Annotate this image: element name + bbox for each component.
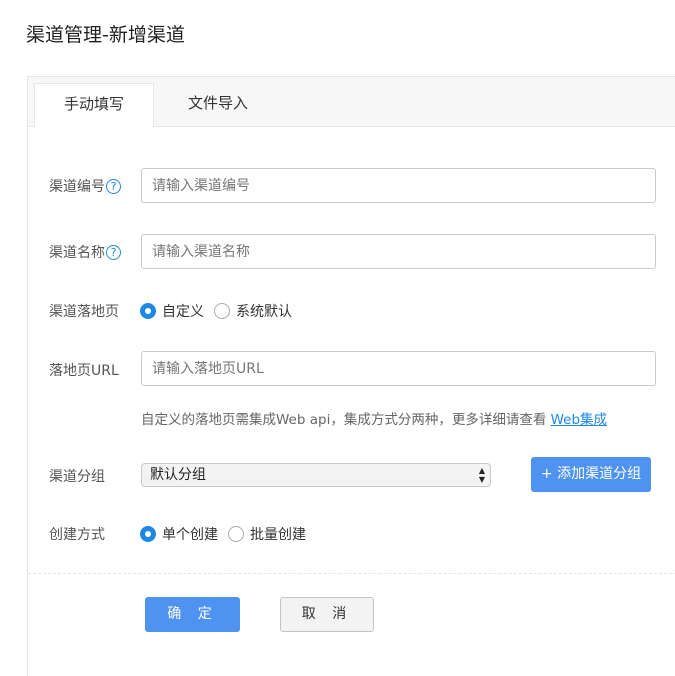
tab-manual-entry[interactable]: 手动填写: [34, 83, 154, 128]
radio-batch-create[interactable]: 批量创建: [228, 524, 306, 544]
help-icon[interactable]: ?: [106, 245, 121, 260]
channel-group-select[interactable]: 默认分组 ▲ ▼: [141, 463, 491, 487]
radio-single-create[interactable]: 单个创建: [140, 524, 218, 544]
radio-system-default-label: 系统默认: [236, 304, 292, 320]
hint-text: 自定义的落地页需集成Web api，集成方式分两种，更多详细请查看: [141, 412, 551, 428]
radio-checked-icon[interactable]: [140, 303, 156, 319]
create-mode-radio-group: 单个创建 批量创建: [140, 524, 316, 544]
channel-name-label: 渠道名称?: [49, 242, 121, 262]
channel-group-label: 渠道分组: [49, 469, 105, 485]
channel-code-label: 渠道编号?: [49, 176, 121, 196]
channel-group-selected-value: 默认分组: [150, 467, 206, 483]
page-title: 渠道管理-新增渠道: [26, 24, 185, 46]
channel-name-input[interactable]: [141, 234, 656, 269]
radio-system-default[interactable]: 系统默认: [214, 301, 292, 321]
channel-code-input[interactable]: [141, 168, 656, 203]
radio-unchecked-icon[interactable]: [228, 526, 244, 542]
tab-file-import[interactable]: 文件导入: [158, 83, 278, 128]
landing-url-input[interactable]: [141, 351, 656, 386]
select-arrows-icon: ▲ ▼: [478, 466, 485, 484]
landing-url-hint: 自定义的落地页需集成Web api，集成方式分两种，更多详细请查看 Web集成: [141, 408, 607, 428]
radio-checked-icon[interactable]: [140, 526, 156, 542]
radio-unchecked-icon[interactable]: [214, 303, 230, 319]
divider: [28, 573, 675, 574]
tab-bar: 手动填写 文件导入: [28, 77, 675, 128]
landing-page-label: 渠道落地页: [49, 304, 119, 320]
confirm-button[interactable]: 确 定: [145, 597, 240, 632]
add-channel-group-button[interactable]: + 添加渠道分组: [531, 457, 651, 492]
radio-batch-create-label: 批量创建: [250, 527, 306, 543]
form-panel: 手动填写 文件导入 渠道编号? 渠道名称? 渠道落地页 自定义 系统默认 落地页…: [27, 76, 675, 676]
cancel-button[interactable]: 取 消: [280, 597, 374, 632]
landing-page-radio-group: 自定义 系统默认: [140, 301, 302, 321]
channel-name-label-text: 渠道名称: [49, 245, 105, 261]
radio-single-create-label: 单个创建: [162, 527, 218, 543]
radio-custom-label: 自定义: [162, 304, 204, 320]
web-integration-link[interactable]: Web集成: [551, 412, 607, 428]
create-mode-label: 创建方式: [49, 527, 105, 543]
help-icon[interactable]: ?: [106, 179, 121, 194]
channel-code-label-text: 渠道编号: [49, 179, 105, 195]
landing-url-label: 落地页URL: [49, 363, 119, 379]
radio-custom[interactable]: 自定义: [140, 301, 204, 321]
